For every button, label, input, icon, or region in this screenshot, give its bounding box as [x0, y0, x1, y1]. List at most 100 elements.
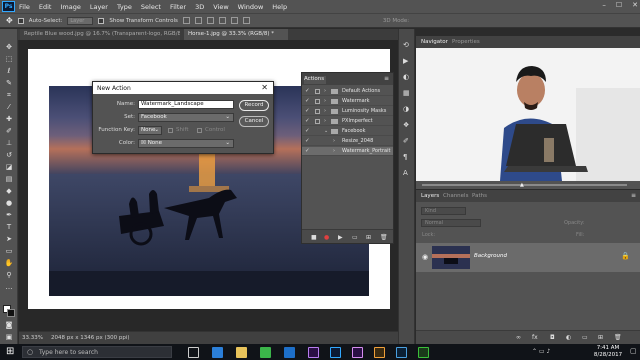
check-icon[interactable]: ✓	[305, 138, 310, 144]
move-tool-icon[interactable]: ✥	[6, 16, 13, 25]
new-layer-icon[interactable]: ⊞	[598, 334, 603, 341]
notifications-icon[interactable]: ▢	[630, 347, 637, 355]
check-icon[interactable]: ✓	[305, 108, 310, 114]
menu-file[interactable]: File	[19, 3, 30, 11]
tab-reptile-blue-wood[interactable]: Reptile Blue wood.jpg @ 16.7% (Transpare…	[20, 29, 180, 40]
zoom-slider-track[interactable]	[422, 184, 627, 186]
trash-icon[interactable]: 🗑	[380, 234, 388, 241]
align-left-icon[interactable]	[218, 17, 226, 24]
photoshop-taskbar-icon[interactable]	[330, 347, 341, 358]
expand-arrow-icon[interactable]: ›	[324, 118, 326, 124]
layer-style-icon[interactable]: fx	[532, 334, 538, 341]
store-icon[interactable]	[284, 347, 295, 358]
menu-edit[interactable]: Edit	[39, 3, 52, 11]
stamp-tool-icon[interactable]: ⊥	[4, 139, 14, 148]
blend-mode-dropdown[interactable]: Normal	[421, 219, 481, 227]
add-mask-icon[interactable]: ◘	[550, 334, 555, 341]
illustrator-icon[interactable]	[374, 347, 385, 358]
set-dropdown[interactable]: Facebook ⌄	[138, 113, 234, 122]
close-icon[interactable]: ✕	[632, 1, 638, 9]
shift-checkbox[interactable]	[168, 128, 173, 133]
expand-arrow-icon[interactable]: ›	[333, 138, 335, 144]
function-key-dropdown[interactable]: None ⌄	[138, 126, 162, 135]
character-panel-icon[interactable]: A	[403, 169, 408, 177]
panel-menu-icon[interactable]: ≡	[631, 192, 636, 199]
file-explorer-icon[interactable]	[236, 347, 247, 358]
lightroom-icon[interactable]	[396, 347, 407, 358]
panel-menu-icon[interactable]: ≡	[384, 75, 389, 82]
menu-type[interactable]: Type	[117, 3, 132, 11]
auto-select-checkbox[interactable]	[17, 17, 24, 24]
tab-actions[interactable]: Actions	[304, 76, 326, 84]
align-middle-icon[interactable]	[194, 17, 202, 24]
align-center-icon[interactable]	[230, 17, 238, 24]
tab-horse-1[interactable]: Horse-1.jpg @ 33.3% (RGB/8) *	[184, 29, 288, 40]
lasso-tool-icon[interactable]: ℓ	[4, 67, 14, 76]
dodge-tool-icon[interactable]: ●	[4, 199, 14, 208]
taskbar-date[interactable]: 8/28/2017	[590, 352, 626, 358]
color-dropdown[interactable]: ☒ None ⌄	[138, 139, 234, 148]
paragraph-panel-icon[interactable]: ¶	[403, 153, 407, 161]
zoom-tool-icon[interactable]: ⚲	[4, 271, 14, 280]
auto-select-dropdown[interactable]: Layer	[67, 16, 94, 25]
actions-panel-icon[interactable]: ▶	[403, 57, 408, 65]
adjustments-panel-icon[interactable]: ◑	[403, 105, 409, 113]
tab-paths[interactable]: Paths	[472, 193, 487, 199]
history-brush-icon[interactable]: ↺	[4, 151, 14, 160]
premiere-pro-icon[interactable]	[308, 347, 319, 358]
record-button[interactable]: Record	[239, 100, 269, 111]
menu-3d[interactable]: 3D	[195, 3, 204, 11]
control-checkbox[interactable]	[197, 128, 202, 133]
tab-channels[interactable]: Channels	[443, 193, 468, 199]
swatches-panel-icon[interactable]: ▦	[403, 89, 410, 97]
action-set-row[interactable]: ✓ › Luminosity Masks	[302, 107, 393, 116]
eraser-tool-icon[interactable]: ◪	[4, 163, 14, 172]
styles-panel-icon[interactable]: ❖	[403, 121, 409, 129]
expand-arrow-icon[interactable]: ›	[324, 88, 326, 94]
chrome-browser-icon[interactable]	[260, 347, 271, 358]
taskbar-search-box[interactable]: ○ Type here to search	[22, 346, 172, 358]
action-set-row[interactable]: ✓ › Default Actions	[302, 87, 393, 96]
align-top-icon[interactable]	[182, 17, 190, 24]
expand-arrow-icon[interactable]: ›	[324, 108, 326, 114]
dialog-toggle-icon[interactable]	[315, 119, 320, 124]
dialog-toggle-icon[interactable]	[315, 109, 320, 114]
path-select-tool-icon[interactable]: ➤	[4, 235, 14, 244]
dialog-toggle-icon[interactable]	[315, 89, 320, 94]
check-icon[interactable]: ✓	[305, 128, 310, 134]
action-set-row[interactable]: ✓ › Watermark	[302, 97, 393, 106]
check-icon[interactable]: ✓	[305, 118, 310, 124]
gradient-tool-icon[interactable]: ▤	[4, 175, 14, 184]
action-set-row[interactable]: ✓ ⌄ Facebook	[302, 127, 393, 136]
app-icon[interactable]	[418, 347, 429, 358]
cancel-button[interactable]: Cancel	[239, 116, 269, 127]
shape-tool-icon[interactable]: ▭	[4, 247, 14, 256]
screen-mode-icon[interactable]: ▣	[4, 333, 14, 342]
action-name-input[interactable]: Watermark_Landscape	[138, 100, 234, 109]
maximize-icon[interactable]: ☐	[616, 1, 622, 9]
layer-filter-kind[interactable]: Kind	[421, 207, 466, 215]
expand-arrow-icon[interactable]: ›	[333, 148, 335, 154]
show-transform-checkbox[interactable]	[98, 17, 105, 24]
brush-tool-icon[interactable]: ✐	[4, 127, 14, 136]
menu-layer[interactable]: Layer	[90, 3, 108, 11]
move-tool-icon[interactable]: ✥	[4, 43, 14, 52]
new-action-icon[interactable]: ⊞	[366, 234, 371, 241]
healing-tool-icon[interactable]: ✚	[4, 115, 14, 124]
action-row[interactable]: ✓ › Resize_2048	[302, 137, 393, 146]
taskbar-time[interactable]: 7:41 AM	[590, 345, 626, 351]
zoom-slider-thumb[interactable]: ▲	[520, 182, 524, 188]
tab-navigator[interactable]: Navigator	[421, 39, 448, 45]
type-tool-icon[interactable]: T	[4, 223, 14, 232]
layer-row-background[interactable]: ◉ Background 🔒	[416, 243, 640, 272]
new-set-icon[interactable]: ▭	[352, 234, 358, 241]
check-icon[interactable]: ✓	[305, 148, 310, 154]
action-row[interactable]: ✓ › Watermark_Portrait	[302, 147, 393, 156]
pen-tool-icon[interactable]: ✒	[4, 211, 14, 220]
zoom-level[interactable]: 33.33%	[22, 335, 43, 341]
visibility-eye-icon[interactable]: ◉	[422, 253, 428, 261]
blur-tool-icon[interactable]: ◆	[4, 187, 14, 196]
menu-filter[interactable]: Filter	[170, 3, 186, 11]
close-icon[interactable]: ✕	[261, 83, 268, 92]
windows-start-icon[interactable]: ⊞	[6, 346, 14, 357]
